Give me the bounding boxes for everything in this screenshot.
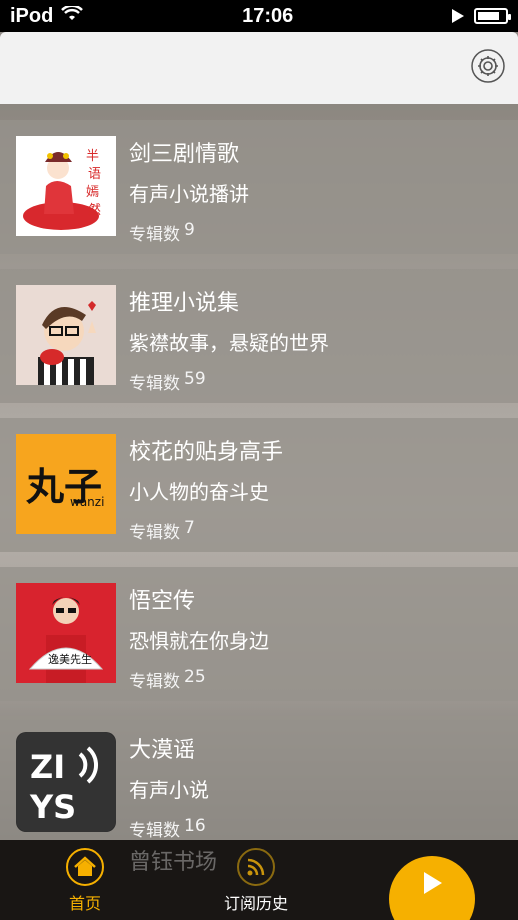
album-count: 专辑数 7 <box>129 518 195 543</box>
battery-icon <box>474 8 511 24</box>
now-playing-icon <box>452 9 464 23</box>
album-count-label: 专辑数 <box>129 672 180 692</box>
tab-subscription-history[interactable]: 订阅历史 <box>201 848 311 920</box>
item-subtitle: 有声小说 <box>129 778 209 802</box>
wifi-icon <box>61 4 84 28</box>
svg-text:语: 语 <box>88 167 101 182</box>
album-count-value: 25 <box>184 667 206 687</box>
album-count: 专辑数 9 <box>129 220 195 245</box>
album-count-value: 16 <box>184 816 206 836</box>
item-title: 大漠谣 <box>129 738 196 763</box>
wanzi-logo-subtext: wanzi <box>70 495 104 509</box>
item-title: 剑三剧情歌 <box>129 142 240 167</box>
album-count-label: 专辑数 <box>129 523 180 543</box>
album-count-value: 59 <box>184 369 206 389</box>
svg-text:ZI: ZI <box>30 748 65 786</box>
tab-home-label: 首页 <box>68 894 101 913</box>
album-count-label: 专辑数 <box>129 225 180 245</box>
album-count-value: 9 <box>184 220 195 240</box>
item-subtitle: 恐惧就在你身边 <box>129 629 269 653</box>
gear-icon <box>471 49 505 87</box>
home-icon <box>66 848 104 886</box>
album-count: 专辑数 59 <box>129 369 206 394</box>
album-count-label: 专辑数 <box>129 821 180 840</box>
album-count: 专辑数 25 <box>129 667 206 692</box>
item-title: 悟空传 <box>129 589 196 614</box>
man-with-fan-photo: 逸美先生 <box>16 583 116 683</box>
list-item[interactable]: 逸美先生 悟空传 恐惧就在你身边 专辑数 25 <box>0 567 518 701</box>
clock: 17:06 <box>242 4 294 27</box>
list-item[interactable]: 半 语 嫣 然 剑三剧情歌 有声小说播讲 专辑数 9 <box>0 120 518 254</box>
list-item[interactable]: ZI YS 大漠谣 有声小说 专辑数 16 <box>0 716 518 840</box>
tab-home[interactable]: 首页 <box>30 848 140 920</box>
rss-icon <box>237 848 275 886</box>
svg-text:逸美先生: 逸美先生 <box>48 652 92 666</box>
item-subtitle: 紫襟故事，悬疑的世界 <box>129 331 329 355</box>
status-bar: iPod 17:06 <box>0 0 518 32</box>
tab-history-label: 订阅历史 <box>223 894 288 913</box>
album-list: 半 语 嫣 然 剑三剧情歌 有声小说播讲 专辑数 9 推理小说集 紫襟故事，悬疑… <box>0 104 518 840</box>
opera-girl-illustration: 半 语 嫣 然 <box>16 136 116 236</box>
album-count-value: 7 <box>184 518 195 538</box>
item-title: 推理小说集 <box>129 291 240 316</box>
item-subtitle: 小人物的奋斗史 <box>129 480 269 504</box>
item-title: 校花的贴身高手 <box>129 440 284 465</box>
list-item[interactable]: 推理小说集 紫襟故事，悬疑的世界 专辑数 59 <box>0 269 518 403</box>
wanzi-logo: 丸子 wanzi <box>16 434 116 534</box>
svg-text:半: 半 <box>86 149 99 164</box>
list-item[interactable]: 丸子 wanzi 校花的贴身高手 小人物的奋斗史 专辑数 7 <box>0 418 518 552</box>
item-subtitle: 有声小说播讲 <box>129 182 249 206</box>
settings-button[interactable] <box>470 49 506 87</box>
carrier-label: iPod <box>10 4 54 27</box>
svg-text:嫣: 嫣 <box>86 185 99 200</box>
svg-text:YS: YS <box>29 788 76 826</box>
album-count-label: 专辑数 <box>129 374 180 394</box>
zyys-logo: ZI YS <box>16 732 116 832</box>
play-icon <box>420 870 444 900</box>
top-header <box>0 32 518 104</box>
album-count: 专辑数 16 <box>129 816 206 840</box>
cartoon-boy-illustration <box>16 285 116 385</box>
svg-text:然: 然 <box>88 202 101 218</box>
